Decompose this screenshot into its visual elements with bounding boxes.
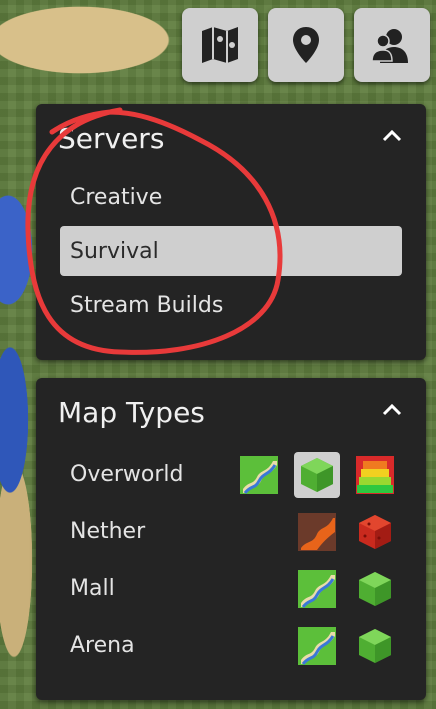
nether-cube-icon[interactable] <box>352 509 398 555</box>
chevron-up-icon[interactable] <box>380 398 404 426</box>
map-type-row-arena: Arena <box>36 617 426 674</box>
players-icon <box>371 29 408 63</box>
location-pin-icon <box>293 27 319 63</box>
flat-map-icon[interactable] <box>236 452 282 498</box>
map-type-row-mall: Mall <box>36 560 426 617</box>
servers-title: Servers <box>58 121 165 155</box>
map-type-row-overworld: Overworld <box>36 446 426 503</box>
3d-cube-icon[interactable] <box>352 623 398 669</box>
flat-map-icon[interactable] <box>294 623 340 669</box>
top-toolbar <box>182 8 430 82</box>
3d-cube-icon[interactable] <box>352 566 398 612</box>
location-button[interactable] <box>268 8 344 82</box>
map-type-label: Mall <box>70 576 115 601</box>
map-button[interactable] <box>182 8 258 82</box>
servers-panel: Servers Creative Survival Stream Builds <box>36 104 426 360</box>
map-type-label: Overworld <box>70 462 184 487</box>
heatmap-icon[interactable] <box>352 452 398 498</box>
flat-map-icon[interactable] <box>294 566 340 612</box>
chevron-up-icon[interactable] <box>380 124 404 152</box>
map-types-title: Map Types <box>58 395 205 429</box>
map-type-row-nether: Nether <box>36 503 426 560</box>
map-type-label: Nether <box>70 519 146 544</box>
server-item-stream-builds[interactable]: Stream Builds <box>60 280 402 330</box>
players-button[interactable] <box>354 8 430 82</box>
map-icon <box>202 27 238 63</box>
server-item-survival[interactable]: Survival <box>60 226 402 276</box>
servers-header[interactable]: Servers <box>36 104 426 172</box>
server-item-creative[interactable]: Creative <box>60 172 402 222</box>
nether-flat-map-icon[interactable] <box>294 509 340 555</box>
map-types-header[interactable]: Map Types <box>36 378 426 446</box>
map-type-label: Arena <box>70 633 135 658</box>
3d-cube-icon[interactable] <box>294 451 340 498</box>
map-types-panel: Map Types Overworld Nether Mall Arena <box>36 378 426 700</box>
